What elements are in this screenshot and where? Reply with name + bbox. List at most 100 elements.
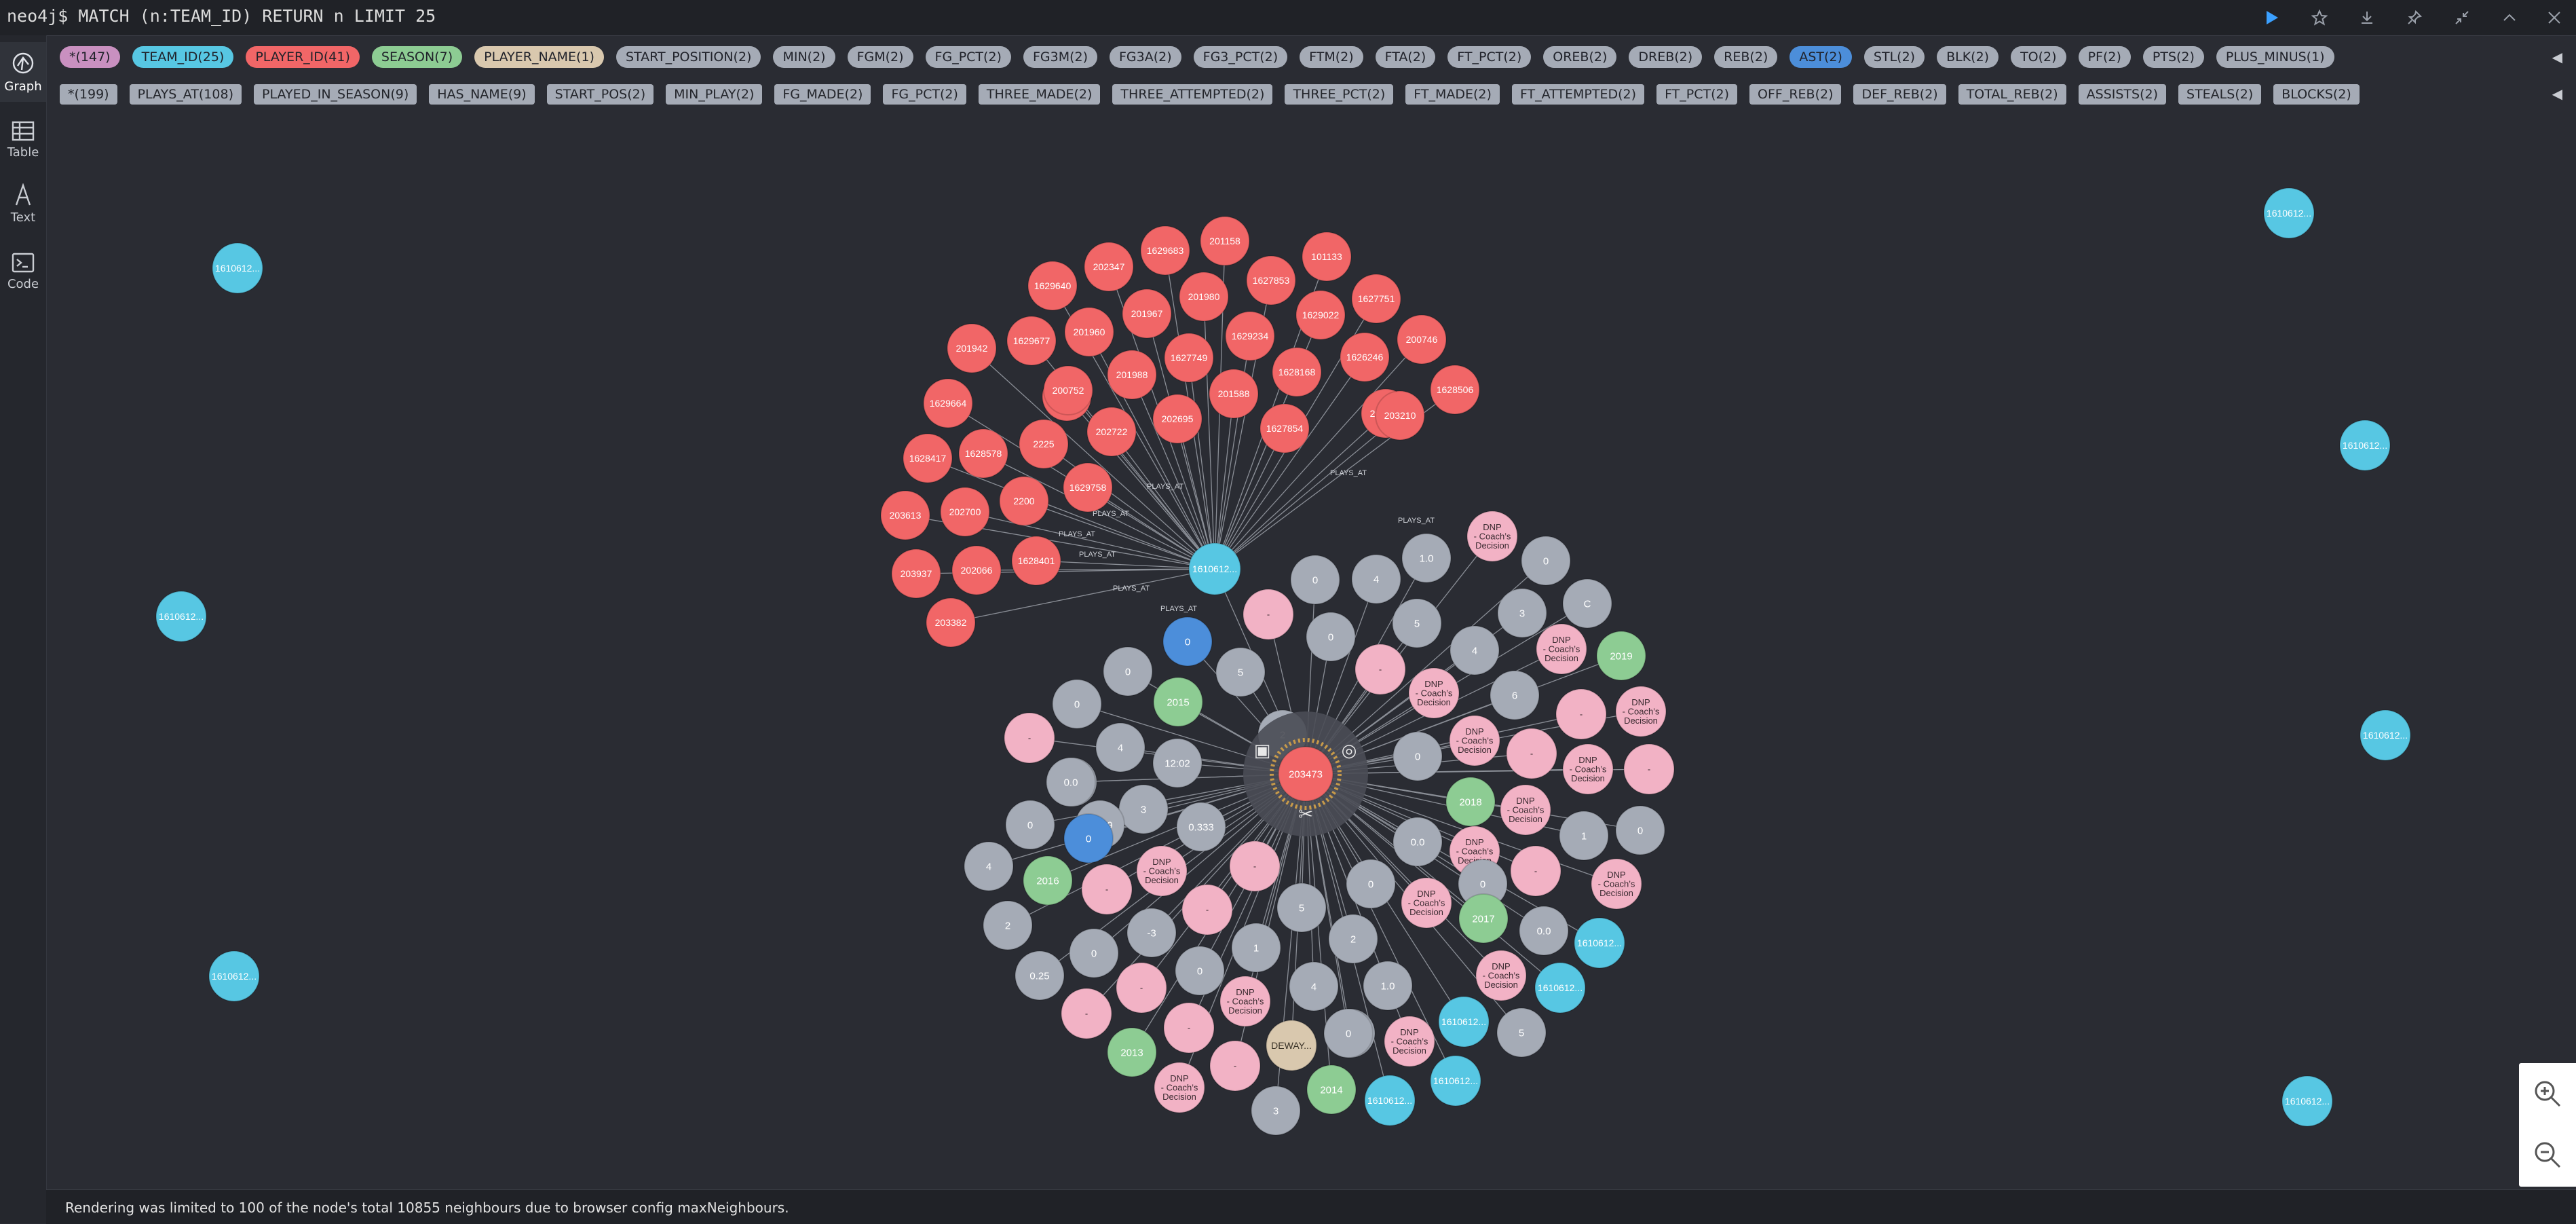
hub-player-node[interactable]: 203473 <box>1278 746 1333 802</box>
player-node[interactable]: 101133 <box>1302 231 1352 282</box>
player-node[interactable]: 1629683 <box>1140 225 1190 276</box>
comment-node-dash[interactable]: - <box>1510 845 1561 897</box>
value-node[interactable]: 0.0 <box>1393 817 1443 867</box>
player-node[interactable]: 1628401 <box>1011 536 1061 586</box>
query-editor[interactable]: neo4j$ MATCH (n:TEAM_ID) RETURN n LIMIT … <box>7 6 436 26</box>
comment-node-dnp[interactable]: DNP- Coach’sDecision <box>1408 667 1460 719</box>
comment-node-dnp[interactable]: DNP- Coach’sDecision <box>1591 858 1642 910</box>
value-node[interactable]: 6 <box>1490 670 1540 720</box>
season-node[interactable]: 2014 <box>1306 1064 1357 1115</box>
comment-node-dash[interactable]: - <box>1004 712 1055 764</box>
value-node[interactable]: 0 <box>1103 646 1153 697</box>
value-node[interactable]: 0 <box>1069 928 1119 978</box>
player-node[interactable]: 201588 <box>1209 369 1259 419</box>
value-node[interactable]: 0 <box>1393 731 1443 781</box>
value-node[interactable]: 0 <box>1521 536 1571 586</box>
comment-node-dash[interactable]: - <box>1355 644 1406 695</box>
value-node[interactable]: 1 <box>1559 811 1609 861</box>
player-node[interactable]: 1627751 <box>1351 274 1401 324</box>
assist-node[interactable]: 0 <box>1162 616 1213 667</box>
graph-canvas[interactable]: PLAYS_AT PLAYS_AT PLAYS_AT PLAYS_AT PLAYS_AT… <box>46 35 2576 1189</box>
value-node[interactable]: C <box>1562 578 1612 629</box>
player-name-node[interactable]: DEWAY... <box>1266 1020 1317 1071</box>
comment-node-dash[interactable]: - <box>1081 864 1133 915</box>
comment-node-dash[interactable]: - <box>1163 1002 1215 1054</box>
comment-node-dash[interactable]: - <box>1061 988 1112 1039</box>
player-node[interactable]: 201960 <box>1064 307 1114 357</box>
value-node[interactable]: 5 <box>1392 598 1442 648</box>
comment-node-dash[interactable]: - <box>1116 962 1167 1014</box>
comment-node-dnp[interactable]: DNP- Coach’sDecision <box>1466 511 1518 562</box>
zoom-in-icon[interactable] <box>2519 1063 2576 1124</box>
season-node[interactable]: 2013 <box>1107 1027 1157 1077</box>
value-node[interactable]: 3 <box>1497 588 1547 638</box>
download-icon[interactable] <box>2353 5 2381 30</box>
player-node[interactable]: 1629664 <box>923 378 973 428</box>
value-node[interactable]: 0 <box>1005 800 1055 850</box>
season-node[interactable]: 2017 <box>1458 893 1509 944</box>
value-node[interactable]: 0 <box>1323 1008 1374 1058</box>
player-node[interactable]: 203937 <box>891 549 941 599</box>
value-node[interactable]: 5 <box>1496 1007 1547 1058</box>
player-node[interactable]: 1627749 <box>1164 333 1214 383</box>
lock-icon[interactable]: ▣ <box>1254 741 1271 761</box>
player-node[interactable]: 201158 <box>1200 216 1250 266</box>
value-node[interactable]: 4 <box>1289 961 1339 1012</box>
player-node[interactable]: 1629677 <box>1006 316 1057 366</box>
player-node[interactable]: 202066 <box>951 545 1002 595</box>
value-node[interactable]: 0 <box>1615 805 1665 855</box>
value-node[interactable]: 2 <box>983 900 1033 950</box>
player-node[interactable]: 202722 <box>1086 407 1137 457</box>
value-node[interactable]: 0 <box>1052 679 1102 729</box>
player-node[interactable]: 1628168 <box>1272 347 1322 397</box>
comment-node-dash[interactable]: - <box>1623 743 1675 795</box>
close-icon[interactable] <box>2541 5 2568 30</box>
value-node[interactable]: 0 <box>1346 859 1396 909</box>
team-node[interactable]: 1610612... <box>2263 187 2315 239</box>
sidebar-item-graph[interactable]: Graph <box>0 42 46 102</box>
team-node[interactable]: 1610612... <box>212 242 263 294</box>
sidebar-item-text[interactable]: Text <box>0 174 46 234</box>
comment-node-dash[interactable]: - <box>1209 1040 1261 1092</box>
pin-icon[interactable] <box>2401 5 2428 30</box>
team-node[interactable]: 1610612... <box>2281 1075 2333 1127</box>
player-node[interactable]: 1627854 <box>1259 403 1310 453</box>
comment-node-dnp[interactable]: DNP- Coach’sDecision <box>1562 743 1614 795</box>
team-node[interactable]: 1610612... <box>1364 1075 1416 1126</box>
comment-node-dnp[interactable]: DNP- Coach’sDecision <box>1136 845 1188 897</box>
comment-node-dash[interactable]: - <box>1243 589 1294 640</box>
team-node[interactable]: 1610612... <box>155 591 207 642</box>
season-node[interactable]: 2018 <box>1445 777 1496 827</box>
player-node[interactable]: 201988 <box>1107 350 1157 400</box>
team-node[interactable]: 1610612... <box>1438 996 1490 1047</box>
player-node[interactable]: 2200 <box>999 476 1049 526</box>
comment-node-dnp[interactable]: DNP- Coach’sDecision <box>1615 686 1667 737</box>
value-node[interactable]: 4 <box>964 841 1014 891</box>
value-node[interactable]: -3 <box>1126 908 1177 958</box>
value-node[interactable]: 0.333 <box>1176 802 1226 852</box>
player-node[interactable]: 200746 <box>1397 314 1447 365</box>
chevron-up-icon[interactable] <box>2496 5 2523 30</box>
value-node[interactable]: 0 <box>1306 612 1356 662</box>
comment-node-dash[interactable]: - <box>1229 840 1281 892</box>
player-node[interactable]: 202347 <box>1084 242 1134 292</box>
comment-node-dnp[interactable]: DNP- Coach’sDecision <box>1536 623 1587 675</box>
value-node[interactable]: 12:02 <box>1152 738 1202 788</box>
comment-node-dnp[interactable]: DNP- Coach’sDecision <box>1384 1016 1435 1067</box>
value-node[interactable]: 5 <box>1215 647 1266 697</box>
player-node[interactable]: 1628506 <box>1430 365 1480 415</box>
player-node[interactable]: 200752 <box>1043 365 1093 415</box>
player-node[interactable]: 203613 <box>880 490 930 540</box>
team-node[interactable]: 1610612... <box>2360 709 2411 761</box>
player-node[interactable]: 1627853 <box>1246 255 1296 305</box>
collapse-icon[interactable] <box>2448 5 2476 30</box>
zoom-out-icon[interactable] <box>2519 1124 2576 1185</box>
player-node[interactable]: 202700 <box>940 487 990 537</box>
season-node[interactable]: 2016 <box>1023 855 1073 906</box>
value-node[interactable]: 0 <box>1175 946 1225 996</box>
comment-node-dnp[interactable]: DNP- Coach’sDecision <box>1475 950 1527 1001</box>
comment-node-dash[interactable]: - <box>1555 688 1607 740</box>
hub-team-node[interactable]: 1610612... <box>1188 542 1241 595</box>
value-node[interactable]: 0.25 <box>1015 950 1065 1001</box>
value-node[interactable]: 2 <box>1328 914 1378 964</box>
